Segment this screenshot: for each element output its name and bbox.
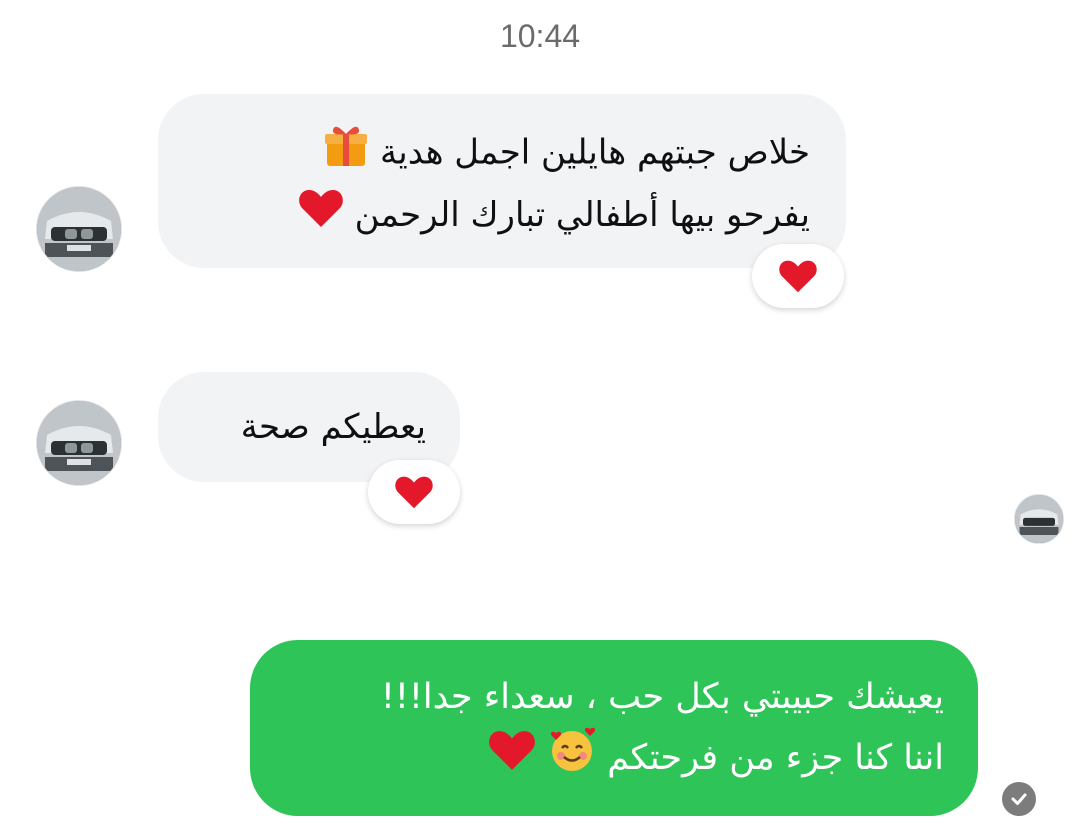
message-reaction[interactable] — [368, 460, 460, 524]
message-text: يعيشك حبيبتي بكل حب ، سعداء جدا!!! — [380, 677, 944, 717]
message-text: يعطيكم صحة — [240, 407, 426, 447]
contact-avatar[interactable] — [36, 400, 122, 486]
contact-avatar[interactable] — [36, 186, 122, 272]
car-photo-icon — [1015, 495, 1063, 543]
message-line: يعيشك حبيبتي بكل حب ، سعداء جدا!!! — [270, 668, 944, 726]
message-text: خلاص جبتهم هايلين اجمل هدية — [380, 132, 810, 173]
red-heart-icon — [395, 476, 433, 509]
red-heart-icon — [779, 260, 817, 293]
red-heart-icon — [298, 187, 344, 247]
incoming-message-bubble[interactable]: خلاص جبتهم هايلين اجمل هدية يفرحو بيها أ… — [158, 94, 846, 268]
message-reaction[interactable] — [752, 244, 844, 308]
message-text: يفرحو بيها أطفالي تبارك الرحمن — [354, 195, 810, 235]
car-photo-icon — [37, 401, 121, 485]
seen-by-avatar — [1014, 494, 1064, 544]
outgoing-message-bubble[interactable]: يعيشك حبيبتي بكل حب ، سعداء جدا!!! اننا … — [250, 640, 978, 816]
car-photo-icon — [37, 187, 121, 271]
message-line: يفرحو بيها أطفالي تبارك الرحمن — [182, 186, 810, 247]
wrapped-gift-icon — [323, 122, 369, 186]
red-heart-icon — [487, 728, 537, 790]
smiling-face-with-hearts-icon — [548, 726, 596, 792]
delivered-check-icon — [1002, 782, 1036, 816]
message-text: اننا كنا جزء من فرحتكم — [607, 738, 944, 778]
chat-timestamp: 10:44 — [499, 18, 581, 54]
message-line: خلاص جبتهم هايلين اجمل هدية — [182, 122, 810, 186]
message-line: اننا كنا جزء من فرحتكم — [270, 726, 944, 792]
